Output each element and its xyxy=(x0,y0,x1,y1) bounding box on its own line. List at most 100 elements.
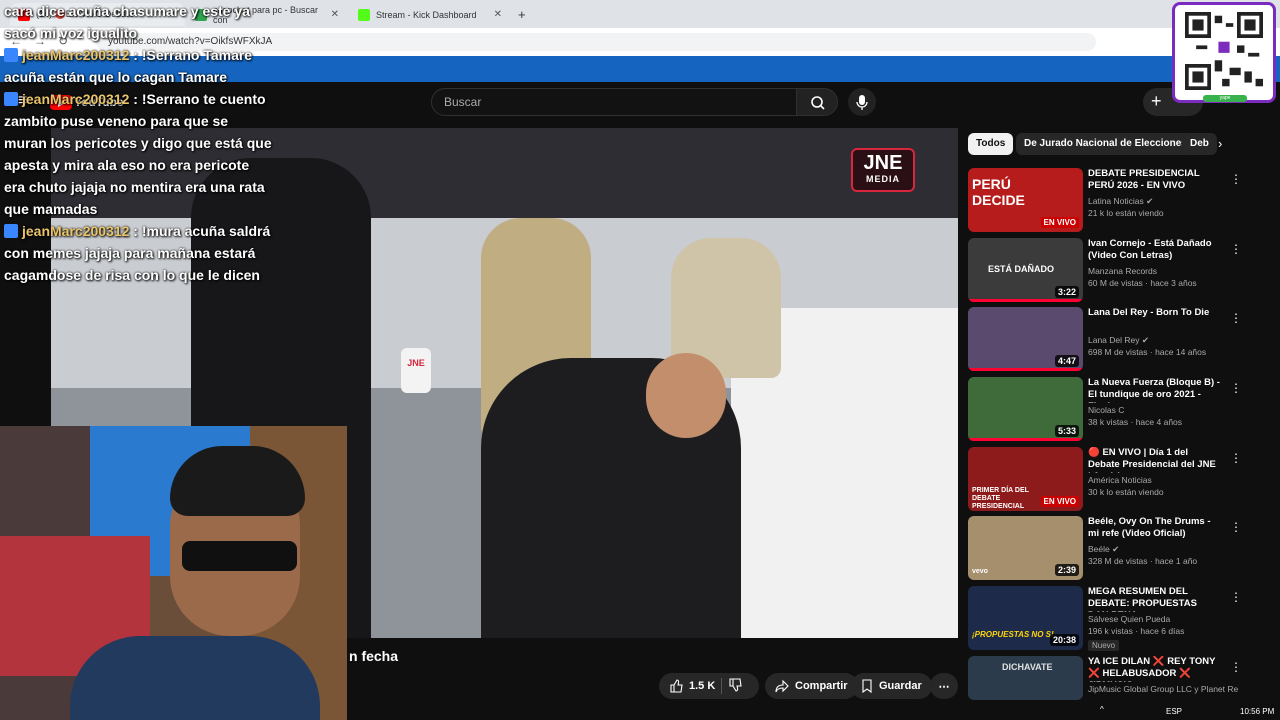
close-tab-icon[interactable]: ✕ xyxy=(331,9,339,20)
stream-chat-overlay: cara dice acuña chasumare y este ya sacó… xyxy=(4,0,272,286)
search-input[interactable]: Buscar xyxy=(431,88,797,116)
tray-chevron-icon[interactable]: ^ xyxy=(1100,705,1104,714)
video-title[interactable]: Lana Del Rey - Born To Die xyxy=(1088,307,1220,319)
duration-badge: 3:22 xyxy=(1054,286,1079,298)
video-thumbnail[interactable]: 5:33 xyxy=(968,377,1083,441)
kick-badge-icon xyxy=(4,224,18,238)
dislike-button[interactable] xyxy=(728,677,742,695)
thumbs-up-icon xyxy=(670,679,683,693)
new-tab-button[interactable]: + xyxy=(510,3,534,26)
video-title[interactable]: DEBATE PRESIDENCIAL PERÚ 2026 - EN VIVO xyxy=(1088,168,1220,192)
chat-message: jeanMarc200312 : !Serrano Tamare acuña e… xyxy=(4,47,253,85)
chevron-right-icon[interactable]: › xyxy=(1218,136,1222,151)
chip-todos[interactable]: Todos xyxy=(968,133,1014,155)
system-tray: ^ ESP 10:56 PM xyxy=(1090,702,1280,720)
save-button[interactable]: Guardar xyxy=(851,673,932,699)
more-vert-icon[interactable]: ⋮ xyxy=(1230,242,1242,256)
recommended-video[interactable]: ¡PROPUESTAS NO S! 20:38 MEGA RESUMEN DEL… xyxy=(968,586,1268,652)
watch-progress-bar xyxy=(968,368,1083,371)
video-meta: 328 M de vistas · hace 1 año xyxy=(1088,556,1198,566)
3d-glasses xyxy=(182,541,297,571)
tab-kick-dashboard[interactable]: Stream - Kick Dashboard ✕ xyxy=(350,3,510,26)
search-icon xyxy=(811,96,825,110)
close-tab-icon[interactable]: ✕ xyxy=(494,9,502,20)
video-title[interactable]: Ivan Cornejo - Está Dañado (Video Con Le… xyxy=(1088,238,1220,262)
recommended-video[interactable]: DICHAVATE YA ICE DILAN ❌ REY TONY ❌ HELA… xyxy=(968,656,1268,700)
recommended-video[interactable]: 5:33 La Nueva Fuerza (Bloque B) - El tun… xyxy=(968,377,1268,443)
like-dislike-group: 1.5 K xyxy=(659,673,759,699)
more-vert-icon[interactable]: ⋮ xyxy=(1230,451,1242,465)
duration-badge: 5:33 xyxy=(1054,425,1079,437)
duration-badge: 20:38 xyxy=(1049,634,1079,646)
video-title[interactable]: MEGA RESUMEN DEL DEBATE: PROPUESTAS DAN … xyxy=(1088,586,1220,612)
video-meta: 60 M de vistas · hace 3 años xyxy=(1088,278,1197,288)
video-thumbnail[interactable]: ESTÁ DAÑADO 3:22 xyxy=(968,238,1083,302)
channel-name[interactable]: JipMusic Global Group LLC y Planet Rec..… xyxy=(1088,684,1238,694)
video-title[interactable]: La Nueva Fuerza (Bloque B) - El tundique… xyxy=(1088,377,1220,403)
more-vert-icon[interactable]: ⋮ xyxy=(1230,311,1242,325)
chat-username: jeanMarc200312 xyxy=(22,91,130,107)
thumbs-down-icon xyxy=(729,677,742,692)
chat-message: cara dice acuña chasumare y este ya sacó… xyxy=(4,3,250,41)
bookmark-icon xyxy=(862,679,872,693)
chat-username: jeanMarc200312 xyxy=(22,47,130,63)
live-badge: EN VIVO xyxy=(1040,217,1079,228)
video-thumbnail[interactable]: 4:47 xyxy=(968,307,1083,371)
video-meta: 30 k lo están viendo xyxy=(1088,487,1164,497)
share-button[interactable]: Compartir xyxy=(765,673,858,699)
tab-label: Stream - Kick Dashboard xyxy=(376,9,477,20)
recommended-video[interactable]: 4:47 Lana Del Rey - Born To Die Lana Del… xyxy=(968,307,1268,373)
channel-name[interactable]: Beéle ✔ xyxy=(1088,544,1238,555)
channel-name[interactable]: Manzana Records xyxy=(1088,266,1238,276)
chat-message: jeanMarc200312 : !mura acuña saldrá con … xyxy=(4,223,271,283)
jne-microphone: JNE xyxy=(401,348,431,393)
video-title[interactable]: YA ICE DILAN ❌ REY TONY ❌ HELABUSADOR ❌ … xyxy=(1088,656,1220,682)
more-vert-icon[interactable]: ⋮ xyxy=(1230,590,1242,604)
video-thumbnail[interactable]: ¡PROPUESTAS NO S! 20:38 xyxy=(968,586,1083,650)
video-thumbnail[interactable]: PRIMER DÍA DEL DEBATE PRESIDENCIAL EN VI… xyxy=(968,447,1083,511)
channel-name[interactable]: Lana Del Rey ✔ xyxy=(1088,335,1238,346)
more-vert-icon[interactable]: ⋮ xyxy=(1230,381,1242,395)
channel-name[interactable]: Sálvese Quien Pueda xyxy=(1088,614,1238,624)
recommended-video[interactable]: vevo 2:39 Beéle, Ovy On The Drums - mi r… xyxy=(968,516,1268,582)
language-indicator[interactable]: ESP xyxy=(1166,707,1182,716)
kick-badge-icon xyxy=(4,92,18,106)
video-meta: 698 M de vistas · hace 14 años xyxy=(1088,347,1207,357)
duration-badge: 2:39 xyxy=(1054,564,1079,576)
like-button[interactable]: 1.5 K xyxy=(669,679,715,693)
streamer-webcam xyxy=(0,426,347,720)
video-title[interactable]: 🔴 EN VIVO | Día 1 del Debate Presidencia… xyxy=(1088,447,1220,473)
channel-name[interactable]: América Noticias xyxy=(1088,475,1238,485)
more-vert-icon[interactable]: ⋮ xyxy=(1230,520,1242,534)
video-thumbnail[interactable]: DICHAVATE xyxy=(968,656,1083,700)
more-vert-icon[interactable]: ⋮ xyxy=(1230,172,1242,186)
watch-progress-bar xyxy=(968,438,1083,441)
search-button[interactable] xyxy=(796,88,838,116)
jne-media-logo: JNE MEDIA xyxy=(851,148,915,192)
video-thumbnail[interactable]: PERÚ DECIDE EN VIVO xyxy=(968,168,1083,232)
recommended-video[interactable]: PRIMER DÍA DEL DEBATE PRESIDENCIAL EN VI… xyxy=(968,447,1268,513)
chat-message: jeanMarc200312 : !Serrano te cuento zamb… xyxy=(4,91,272,217)
voice-search-button[interactable] xyxy=(848,88,876,116)
video-title[interactable]: Beéle, Ovy On The Drums - mi refe (Video… xyxy=(1088,516,1220,540)
video-thumbnail[interactable]: vevo 2:39 xyxy=(968,516,1083,580)
filter-chips: Todos De Jurado Nacional de Elecciones D… xyxy=(968,133,1230,157)
share-icon xyxy=(775,679,789,693)
watch-progress-bar xyxy=(968,299,1083,302)
recommended-video[interactable]: ESTÁ DAÑADO 3:22 Ivan Cornejo - Está Dañ… xyxy=(968,238,1268,304)
microphone-icon xyxy=(856,95,868,110)
channel-name[interactable]: Nicolas C xyxy=(1088,405,1238,415)
chip-jne[interactable]: De Jurado Nacional de Elecciones xyxy=(1016,133,1195,155)
yape-qr-overlay: yape xyxy=(1172,2,1276,103)
kick-badge-icon xyxy=(4,48,18,62)
more-vert-icon[interactable]: ⋮ xyxy=(1230,660,1242,674)
more-actions-button[interactable]: ⋯ xyxy=(930,673,958,699)
video-title: n fecha xyxy=(349,648,399,664)
live-badge: EN VIVO xyxy=(1040,496,1079,507)
chip-debate[interactable]: Deb xyxy=(1182,133,1217,155)
channel-name[interactable]: Latina Noticias ✔ xyxy=(1088,196,1238,207)
video-meta: 196 k vistas · hace 6 días xyxy=(1088,626,1185,636)
recommended-video[interactable]: PERÚ DECIDE EN VIVO DEBATE PRESIDENCIAL … xyxy=(968,168,1268,234)
duration-badge: 4:47 xyxy=(1054,355,1079,367)
clock[interactable]: 10:56 PM xyxy=(1240,707,1274,716)
